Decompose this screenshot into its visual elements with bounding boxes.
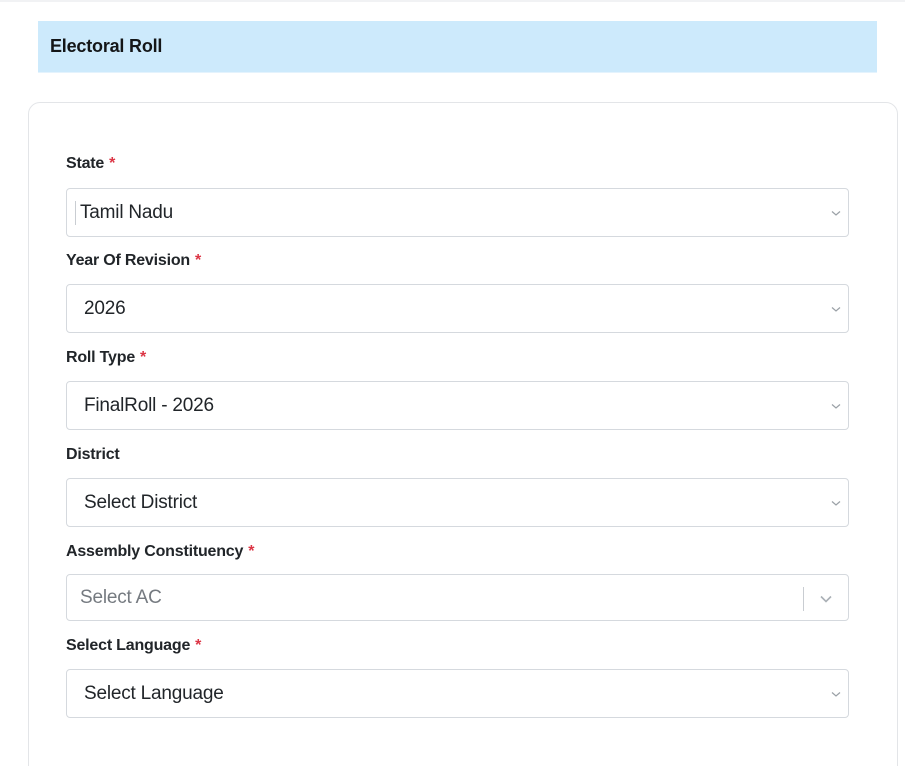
chevron-down-icon [830,303,842,315]
required-mark: * [109,155,116,172]
district-label: District [66,446,120,464]
ac-select-placeholder: Select AC [80,587,162,608]
year-label: Year Of Revision * [66,252,201,270]
chevron-down-icon [830,688,842,700]
text-cursor [75,201,76,225]
chevron-down-icon[interactable] [818,592,834,606]
roll-type-select-value: FinalRoll - 2026 [84,395,214,416]
required-mark: * [194,252,201,269]
year-label-text: Year Of Revision [66,252,190,269]
roll-type-select[interactable]: FinalRoll - 2026 [66,381,849,430]
required-mark: * [248,543,255,560]
top-divider [0,0,905,2]
language-select[interactable]: Select Language [66,669,849,718]
chevron-down-icon [830,497,842,509]
ac-select[interactable]: Select AC [66,574,849,621]
state-label-text: State [66,155,105,172]
ac-label-text: Assembly Constituency [66,543,244,560]
required-mark: * [195,637,202,654]
state-label: State * [66,155,115,173]
page-title: Electoral Roll [50,36,163,56]
indicator-separator [803,587,804,611]
section-header: Electoral Roll [38,21,877,73]
roll-type-label: Roll Type * [66,349,146,367]
required-mark: * [140,349,147,366]
language-label-text: Select Language [66,637,191,654]
language-select-value: Select Language [84,683,224,704]
state-select[interactable]: Tamil Nadu [66,188,849,237]
roll-type-label-text: Roll Type [66,349,136,366]
electoral-roll-page: Electoral Roll State * Tamil Nadu Year Of… [0,0,905,766]
district-label-text: District [66,446,120,463]
year-select-value: 2026 [84,298,126,319]
district-select[interactable]: Select District [66,478,849,527]
language-label: Select Language * [66,637,201,655]
state-select-value: Tamil Nadu [80,202,174,223]
ac-label: Assembly Constituency * [66,543,254,561]
chevron-down-icon [830,400,842,412]
district-select-value: Select District [84,492,198,513]
year-select[interactable]: 2026 [66,284,849,333]
chevron-down-icon [830,207,842,219]
